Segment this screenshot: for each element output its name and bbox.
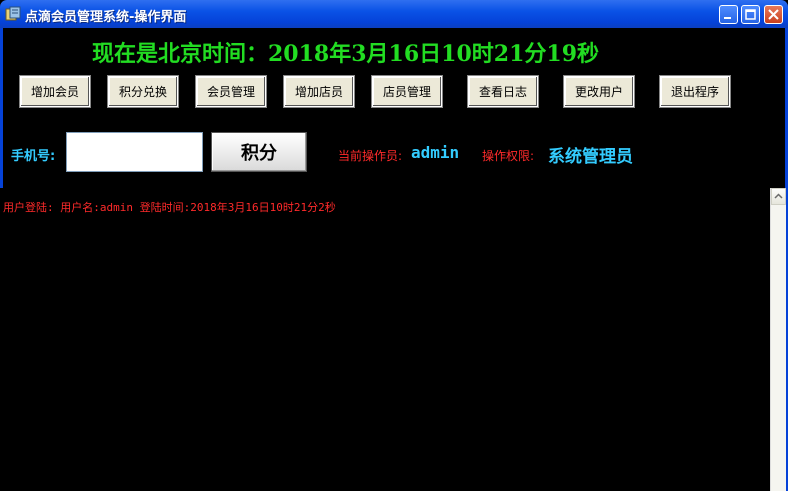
exit-program-button[interactable]: 退出程序: [660, 76, 730, 107]
close-icon: [768, 9, 779, 20]
phone-label: 手机号:: [11, 149, 56, 164]
permission-label: 操作权限:: [482, 149, 535, 163]
app-icon: [5, 6, 21, 21]
add-clerk-button[interactable]: 增加店员: [284, 76, 354, 107]
add-member-button[interactable]: 增加会员: [20, 76, 90, 107]
window-title: 点滴会员管理系统-操作界面: [25, 10, 187, 25]
log-area[interactable]: [0, 188, 770, 491]
permission-value: 系统管理员: [548, 147, 633, 167]
maximize-icon: [745, 9, 756, 20]
maximize-button[interactable]: [741, 5, 760, 24]
points-button[interactable]: 积分: [211, 132, 307, 172]
title-bar[interactable]: 点滴会员管理系统-操作界面: [0, 0, 788, 28]
log-entry: 用户登陆: 用户名:admin 登陆时间:2018年3月16日10时21分2秒: [3, 201, 336, 214]
log-scrollbar[interactable]: [770, 188, 786, 491]
minimize-icon: [724, 17, 731, 19]
current-operator-label: 当前操作员:: [338, 149, 403, 163]
member-management-button[interactable]: 会员管理: [196, 76, 266, 107]
close-button[interactable]: [764, 5, 783, 24]
change-user-button[interactable]: 更改用户: [564, 76, 634, 107]
chevron-up-icon: [774, 193, 783, 199]
view-log-button[interactable]: 查看日志: [468, 76, 538, 107]
phone-input[interactable]: [66, 132, 203, 172]
clerk-management-button[interactable]: 店员管理: [372, 76, 442, 107]
minimize-button[interactable]: [719, 5, 738, 24]
scroll-up-button[interactable]: [771, 188, 786, 205]
points-exchange-button[interactable]: 积分兑换: [108, 76, 178, 107]
current-operator-value: admin: [411, 143, 460, 162]
beijing-time-clock: 现在是北京时间：2018年3月16日10时21分19秒: [92, 41, 599, 67]
